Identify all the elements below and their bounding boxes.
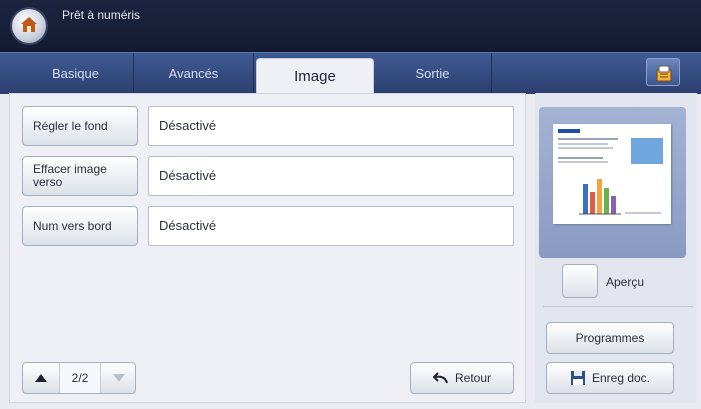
- back-button[interactable]: Retour: [410, 362, 514, 394]
- preview-checkbox[interactable]: [562, 264, 598, 298]
- erase-backside-value: Désactivé: [148, 156, 514, 196]
- floppy-disk-icon: [570, 371, 585, 385]
- job-queue-button[interactable]: [646, 58, 680, 86]
- document-thumbnail-graphic: [558, 129, 663, 215]
- divider: [543, 306, 693, 307]
- edge-scan-value: Désactivé: [148, 206, 514, 246]
- document-thumbnail: [553, 124, 671, 224]
- top-status-bar: Prêt à numéris: [0, 0, 701, 52]
- tab-avances[interactable]: Avancés: [134, 53, 254, 94]
- arrow-up-icon: [35, 374, 47, 382]
- tab-image[interactable]: Image: [256, 58, 374, 95]
- erase-backside-button[interactable]: Effacer image verso: [22, 156, 138, 196]
- arrow-down-icon: [113, 374, 125, 382]
- page-navigator: 2/2: [22, 362, 136, 394]
- status-text: Prêt à numéris: [62, 8, 141, 22]
- page-up-button[interactable]: [23, 363, 60, 393]
- preview-label: Aperçu: [606, 275, 645, 289]
- page-down-button[interactable]: [100, 363, 137, 393]
- background-adjust-value: Désactivé: [148, 106, 514, 146]
- background-adjust-button[interactable]: Régler le fond: [22, 106, 138, 146]
- home-icon: [21, 17, 37, 32]
- save-document-button[interactable]: Enreg doc.: [546, 362, 674, 394]
- preview-area: [539, 107, 686, 258]
- tab-sortie[interactable]: Sortie: [374, 53, 492, 94]
- back-label: Retour: [454, 371, 492, 385]
- undo-arrow-icon: [432, 372, 448, 384]
- page-indicator: 2/2: [60, 363, 100, 393]
- programs-button[interactable]: Programmes: [546, 322, 674, 354]
- document-stack-icon: [656, 65, 672, 82]
- tab-bar: Basique Avancés Image Sortie: [0, 52, 701, 95]
- save-document-label: Enreg doc.: [591, 371, 651, 385]
- home-button[interactable]: [12, 9, 46, 43]
- edge-scan-button[interactable]: Num vers bord: [22, 206, 138, 246]
- tab-basique[interactable]: Basique: [18, 53, 134, 94]
